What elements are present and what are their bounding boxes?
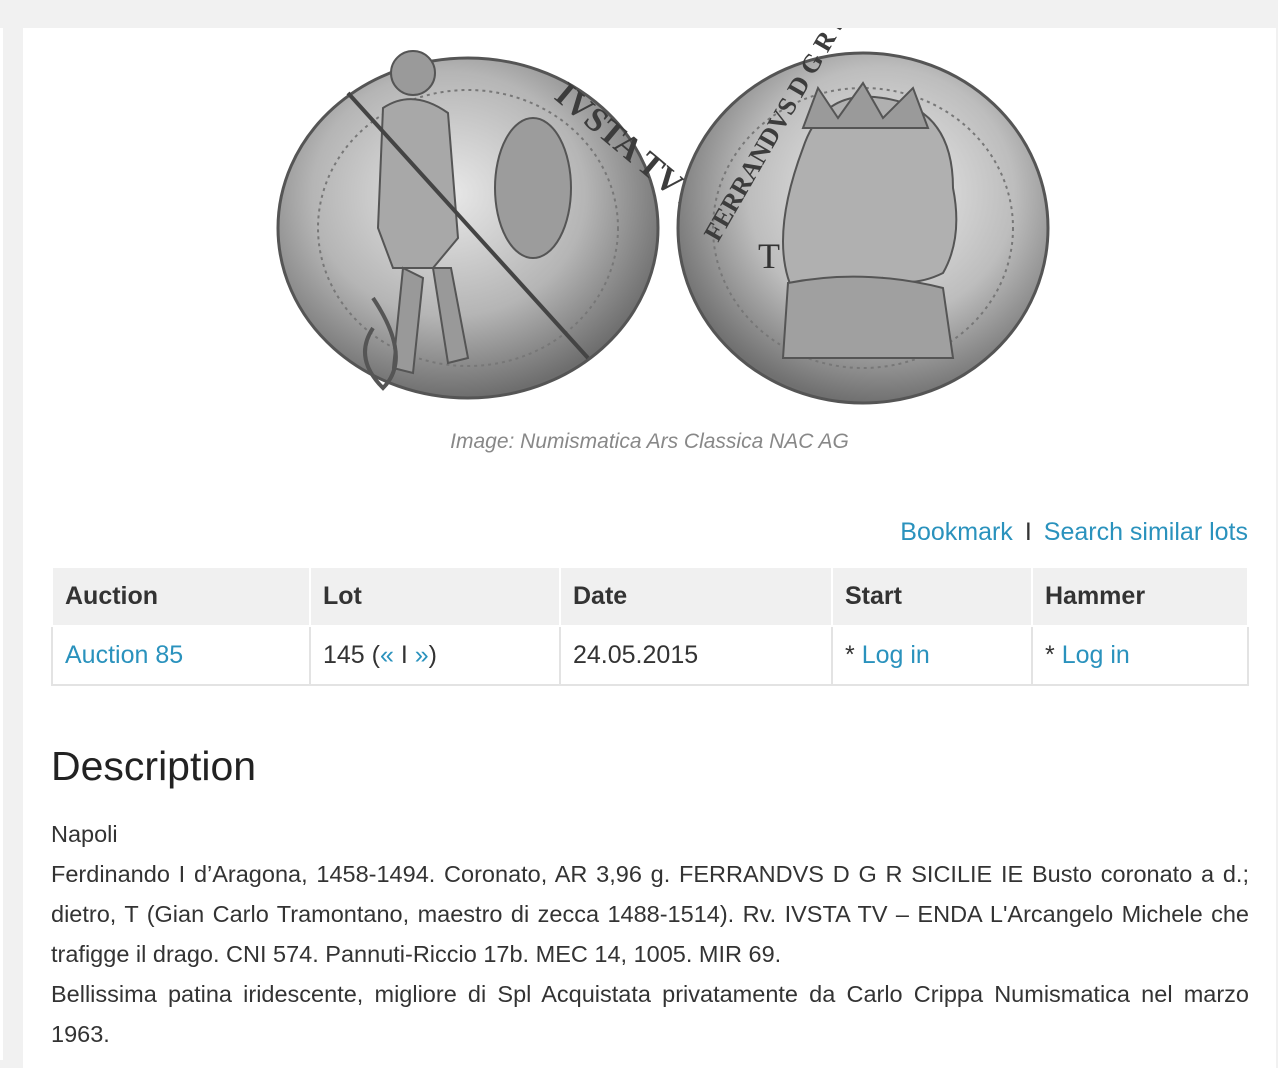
image-caption: Image: Numismatica Ars Classica NAC AG (450, 430, 849, 453)
hammer-prefix: * (1045, 641, 1062, 669)
description-body: Napoli Ferdinando I d’Aragona, 1458-1494… (51, 814, 1249, 1054)
auction-cell: Auction 85 (51, 625, 311, 686)
description-line-condition: Bellissima patina iridescente, migliore … (51, 981, 1249, 1047)
search-similar-lots-link[interactable]: Search similar lots (1044, 518, 1248, 546)
next-lot-link[interactable]: » (415, 641, 429, 669)
lot-actions: Bookmark I Search similar lots (900, 518, 1248, 547)
start-cell: * Log in (831, 625, 1033, 686)
lot-detail-panel: IVSTA TV ENDA T FERRANDVS D G R SICILIE … (23, 28, 1276, 1068)
hammer-login-link[interactable]: Log in (1062, 641, 1130, 669)
date-cell: 24.05.2015 (559, 625, 833, 686)
description-line-main: Ferdinando I d’Aragona, 1458-1494. Coron… (51, 861, 1249, 967)
start-prefix: * (845, 641, 862, 669)
hammer-cell: * Log in (1031, 625, 1249, 686)
column-header-auction: Auction (51, 566, 311, 627)
previous-lot-link[interactable]: « (380, 641, 394, 669)
column-header-lot: Lot (309, 566, 561, 627)
description-line-location: Napoli (51, 821, 118, 847)
auction-link[interactable]: Auction 85 (65, 641, 183, 669)
reverse-mark: T (758, 236, 780, 276)
column-header-hammer: Hammer (1031, 566, 1249, 627)
start-login-link[interactable]: Log in (862, 641, 930, 669)
lot-nav-separator: I (393, 641, 415, 669)
description-heading: Description (51, 743, 257, 789)
table-row: Auction 85 145 (« I ») 24.05.2015 * Log … (51, 625, 1249, 686)
lot-info-table: Auction Lot Date Start Hammer Auction 85… (51, 566, 1249, 686)
bookmark-link[interactable]: Bookmark (900, 518, 1013, 546)
lot-number: 145 ( (323, 641, 380, 669)
lot-table-header-row: Auction Lot Date Start Hammer (51, 566, 1249, 627)
coin-reverse: T FERRANDVS D G R SICILIE IE (676, 28, 1050, 405)
lot-cell: 145 (« I ») (309, 625, 561, 686)
column-header-start: Start (831, 566, 1033, 627)
actions-separator: I (1024, 518, 1032, 546)
lot-close-paren: ) (428, 641, 437, 669)
coin-image[interactable]: IVSTA TV ENDA T FERRANDVS D G R SICILIE … (263, 28, 1083, 428)
column-header-date: Date (559, 566, 833, 627)
left-edge-strip (0, 28, 3, 1060)
